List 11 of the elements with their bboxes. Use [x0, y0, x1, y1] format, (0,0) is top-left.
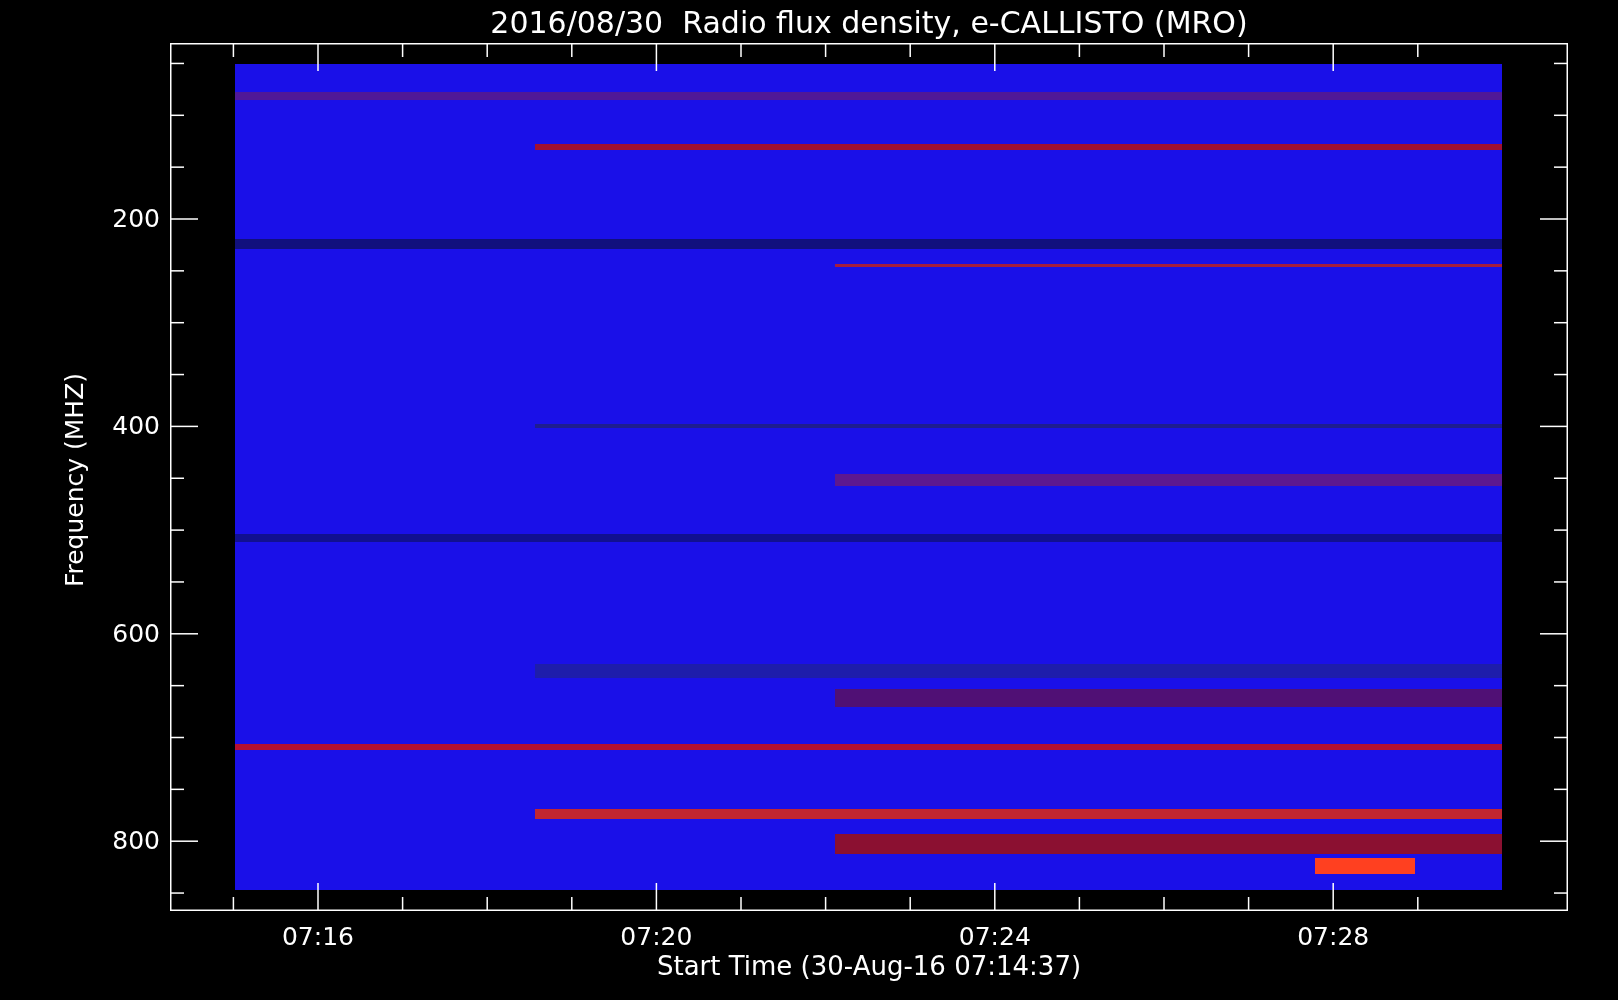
x-axis-label: Start Time (30-Aug-16 07:14:37): [656, 950, 1082, 982]
chart-title: 2016/08/30 Radio flux density, e-CALLISTO (MRO): [490, 4, 1248, 42]
x-tick-label: 07:16: [280, 922, 355, 952]
x-tick-label: 07:24: [957, 922, 1032, 952]
y-axis-label: Frequency (MHZ): [60, 372, 90, 588]
y-tick-label: 800: [112, 826, 160, 857]
y-tick-label: 600: [112, 618, 160, 649]
y-tick-label: 200: [112, 204, 160, 234]
x-tick-label: 07:20: [619, 922, 694, 952]
y-tick-label: 400: [112, 411, 160, 442]
x-tick-label: 07:28: [1296, 922, 1371, 952]
